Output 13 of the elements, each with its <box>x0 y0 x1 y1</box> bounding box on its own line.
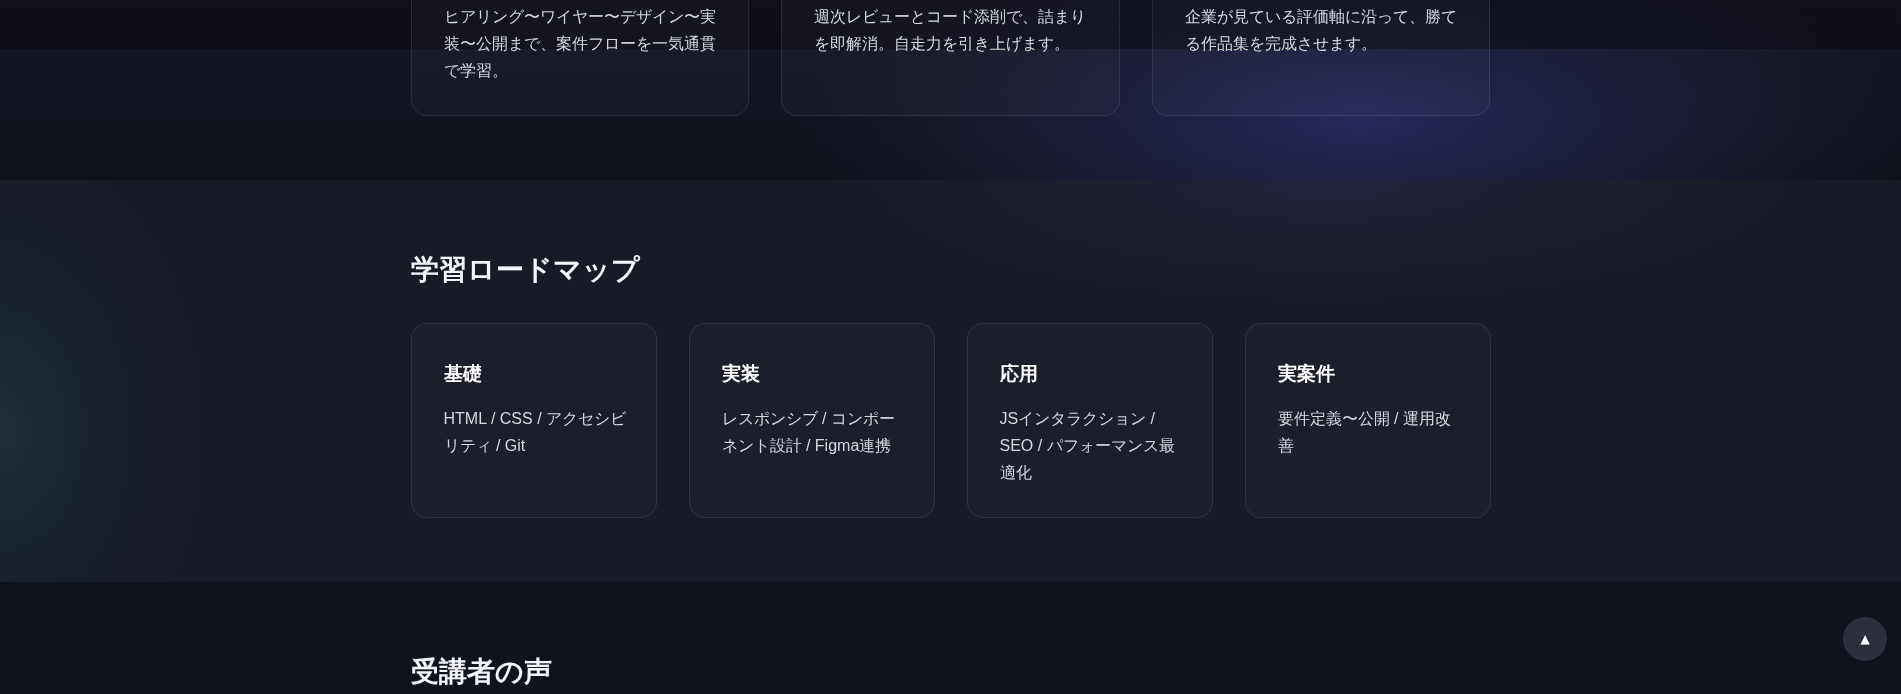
feature-description: 企業が見ている評価軸に沿って、勝てる作品集を完成させます。 <box>1184 7 1458 54</box>
feature-description: 週次レビューとコード添削で、詰まりを即解消。自走力を引き上げます。 <box>814 7 1088 54</box>
step-title: 実装 <box>721 362 761 386</box>
step-title: 実案件 <box>1277 362 1336 386</box>
step-description: レスポンシブ / コンポーネント設計 / Figma連携 <box>721 409 896 456</box>
step-description: JSインタラクション / SEO / パフォーマンス最適化 <box>999 409 1176 483</box>
feature-description: ヒアリング〜ワイヤー〜デザイン〜実装〜公開まで、案件フローを一気通貫で学習。 <box>443 7 717 81</box>
section-heading: 受講者の声 <box>410 655 552 689</box>
step-description: 要件定義〜公開 / 運用改善 <box>1277 409 1452 456</box>
step-title: 応用 <box>999 362 1039 386</box>
step-description: HTML / CSS / アクセシビリティ / Git <box>443 409 628 456</box>
step-title: 基礎 <box>443 362 483 386</box>
section-heading: 学習ロードマップ <box>410 253 640 287</box>
